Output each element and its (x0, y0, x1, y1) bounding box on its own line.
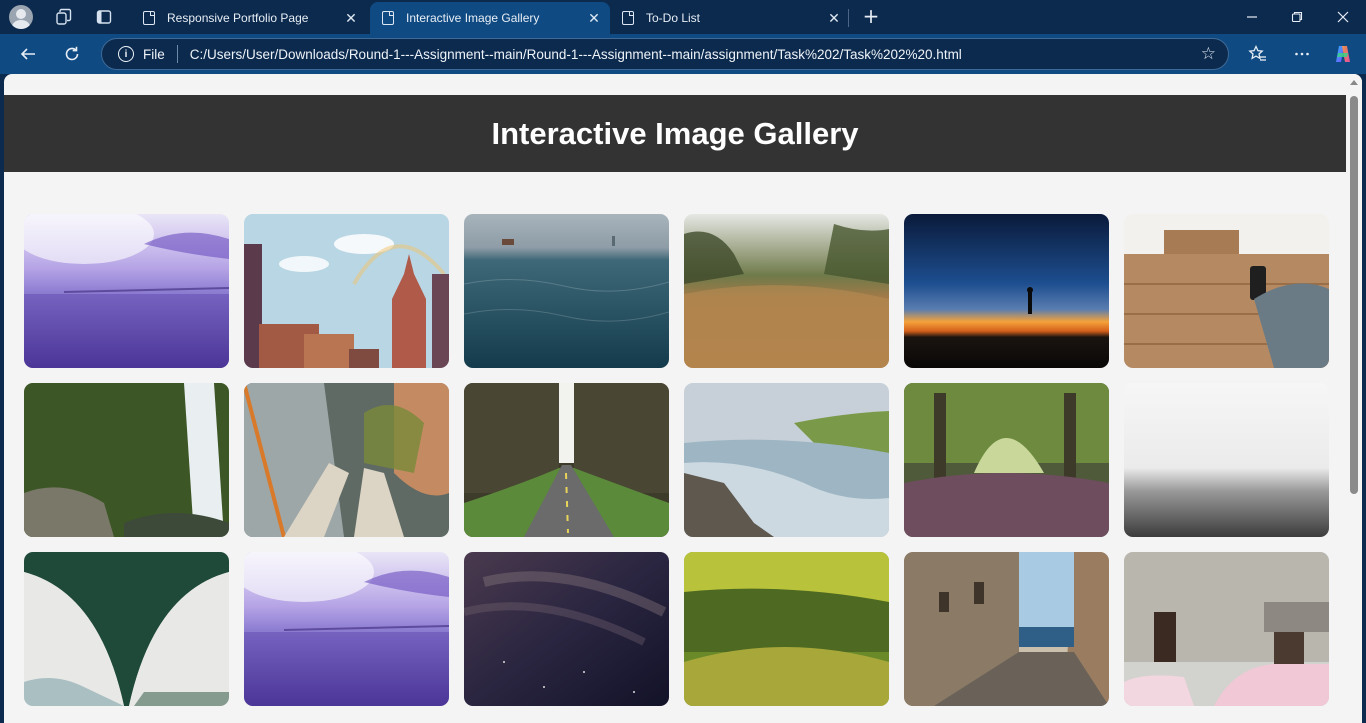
minimize-button[interactable] (1240, 5, 1264, 29)
page-viewport: Interactive Image Gallery (4, 74, 1362, 723)
browser-toolbar: i File C:/Users/User/Downloads/Round-1--… (0, 34, 1366, 74)
page-title: Interactive Image Gallery (491, 115, 859, 151)
favorites-icon[interactable] (1246, 42, 1270, 66)
document-icon (143, 11, 155, 25)
url-text[interactable]: C:/Users/User/Downloads/Round-1---Assign… (190, 47, 1201, 62)
gallery-image[interactable] (904, 552, 1109, 706)
close-icon[interactable]: ✕ (341, 8, 361, 28)
tab-actions-icon[interactable] (92, 5, 116, 29)
favorite-star-icon[interactable]: ☆ (1201, 44, 1216, 64)
workspaces-icon[interactable] (52, 5, 76, 29)
gallery-image[interactable] (464, 383, 669, 537)
gallery-image[interactable] (684, 383, 889, 537)
refresh-button[interactable] (60, 42, 84, 66)
gallery-image[interactable] (24, 383, 229, 537)
back-button[interactable] (16, 42, 40, 66)
gallery-image[interactable] (904, 214, 1109, 368)
more-options-icon[interactable] (1290, 42, 1314, 66)
close-icon[interactable]: ✕ (824, 8, 844, 28)
tab-label: Interactive Image Gallery (406, 11, 540, 25)
scrollbar-thumb[interactable] (1350, 96, 1358, 494)
tab-todo[interactable]: To-Do List ✕ (610, 2, 850, 34)
copilot-icon[interactable] (1331, 42, 1355, 66)
gallery-image[interactable] (1124, 552, 1329, 706)
address-bar[interactable]: i File C:/Users/User/Downloads/Round-1--… (101, 38, 1229, 70)
gallery-image[interactable] (244, 383, 449, 537)
gallery-image[interactable] (244, 214, 449, 368)
gallery-image[interactable] (24, 214, 229, 368)
tab-gallery[interactable]: Interactive Image Gallery ✕ (370, 2, 610, 34)
page-header: Interactive Image Gallery (4, 95, 1346, 172)
restore-button[interactable] (1285, 5, 1309, 29)
gallery-image[interactable] (244, 552, 449, 706)
tab-divider (848, 9, 849, 27)
document-icon (622, 11, 634, 25)
tab-label: To-Do List (646, 11, 701, 25)
tab-strip: Responsive Portfolio Page ✕ Interactive … (0, 0, 1366, 34)
gallery-image[interactable] (684, 552, 889, 706)
scheme-label: File (143, 46, 165, 62)
close-icon[interactable]: ✕ (584, 8, 604, 28)
close-window-button[interactable] (1331, 5, 1355, 29)
image-gallery (24, 214, 1329, 706)
gallery-image[interactable] (24, 552, 229, 706)
info-icon[interactable]: i (118, 46, 134, 62)
address-divider (176, 45, 178, 63)
new-tab-button[interactable]: + (860, 6, 882, 28)
gallery-image[interactable] (904, 383, 1109, 537)
document-icon (382, 11, 394, 25)
tab-portfolio[interactable]: Responsive Portfolio Page ✕ (131, 2, 367, 34)
scroll-up-arrow-icon[interactable] (1350, 80, 1358, 85)
page-scrollbar[interactable] (1346, 74, 1362, 723)
gallery-image[interactable] (464, 552, 669, 706)
profile-avatar[interactable] (9, 5, 33, 29)
gallery-image[interactable] (684, 214, 889, 368)
gallery-image[interactable] (1124, 214, 1329, 368)
gallery-image[interactable] (1124, 383, 1329, 537)
tab-label: Responsive Portfolio Page (167, 11, 309, 25)
gallery-image[interactable] (464, 214, 669, 368)
